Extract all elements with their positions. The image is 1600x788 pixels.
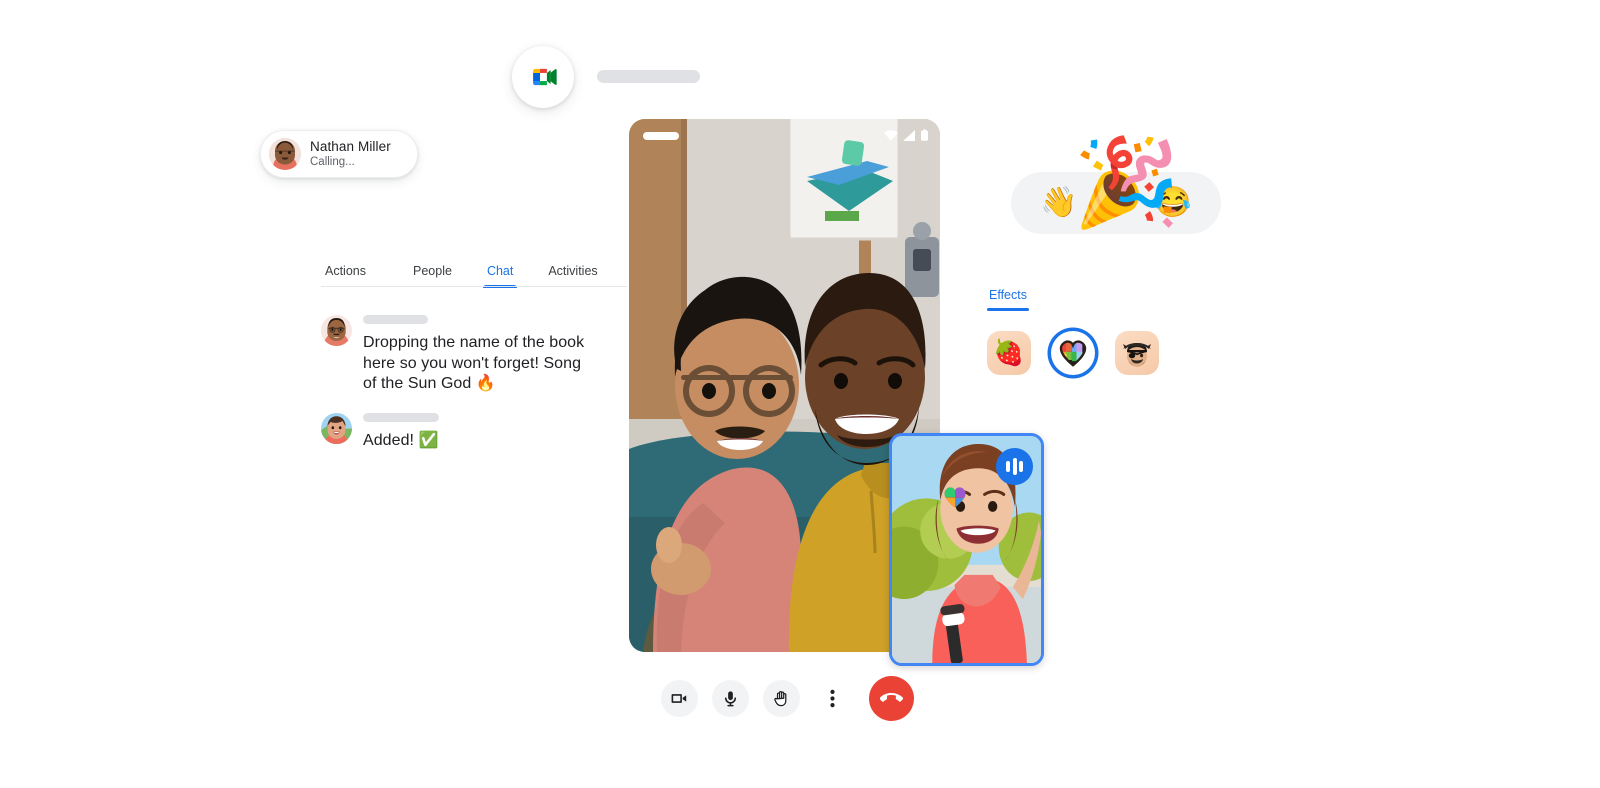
end-call-icon [880,687,903,710]
chat-message-body: Added! ✅ [363,411,439,452]
google-meet-logo-icon [526,60,560,94]
reaction-wave-emoji[interactable]: 👋 [1040,188,1077,218]
call-controls-bar [661,676,914,721]
caller-avatar [269,138,301,170]
caller-name: Nathan Miller [310,139,391,155]
caller-status: Calling... [310,155,391,170]
chat-message-text: Added! ✅ [363,431,439,452]
meeting-side-panel: Actions People Chat Activities [321,255,627,287]
avatar-photo-icon [269,138,301,170]
chat-message: Added! ✅ [321,411,611,452]
chat-message-text: Dropping the name of the book here so yo… [363,333,591,395]
effects-thumbnail-row: 🍓 [987,331,1187,375]
tab-actions[interactable]: Actions [325,264,366,287]
window-title-placeholder [597,70,700,83]
chat-message-body: Dropping the name of the book here so yo… [363,313,591,395]
camera-toggle-button[interactable] [661,680,698,717]
tab-bar-divider [321,286,627,287]
raise-hand-button[interactable] [763,680,800,717]
phone-status-bar [629,119,940,153]
rainbow-heart-icon [1059,339,1087,367]
google-meet-logo-button[interactable] [512,46,574,108]
microphone-icon [721,689,740,708]
avatar-woman-icon [321,413,352,444]
speaker-notch [643,132,679,140]
audio-wave-bar [1006,461,1010,472]
effects-panel: Effects 🍓 [987,286,1187,375]
battery-icon [921,129,928,141]
audio-wave-bar [1013,458,1017,475]
self-view-tile[interactable] [889,433,1044,666]
status-icons [884,129,928,141]
raised-hand-icon [772,689,791,708]
chat-message-avatar[interactable] [321,315,352,346]
microphone-toggle-button[interactable] [712,680,749,717]
wifi-icon [884,130,898,141]
effect-pirate[interactable] [1115,331,1159,375]
strawberry-icon: 🍓 [993,339,1024,368]
video-camera-icon [670,689,689,708]
effect-rainbow-heart[interactable] [1051,331,1095,375]
featured-party-popper-emoji[interactable]: 🎉 [1073,140,1180,226]
audio-wave-bar [1019,461,1023,472]
tab-people[interactable]: People [413,264,452,287]
incoming-caller-card[interactable]: Nathan Miller Calling... [260,130,418,178]
caller-text-block: Nathan Miller Calling... [310,139,391,170]
end-call-button[interactable] [869,676,914,721]
more-options-button[interactable] [814,680,851,717]
chat-message: Dropping the name of the book here so yo… [321,313,611,395]
tab-chat[interactable]: Chat [487,264,513,287]
avatar-man-icon [321,315,352,346]
chat-message-avatar[interactable] [321,413,352,444]
chat-message-list: Dropping the name of the book here so yo… [321,313,611,467]
signal-icon [903,130,916,141]
tab-activities[interactable]: Activities [548,264,597,287]
tab-effects[interactable]: Effects [989,288,1027,311]
meet-promo-illustration: Nathan Miller Calling... Actions People … [0,0,1600,788]
panel-tab-bar: Actions People Chat Activities [321,255,627,287]
more-vertical-icon [830,689,835,708]
speaking-indicator-badge [996,448,1033,485]
effect-strawberry[interactable]: 🍓 [987,331,1031,375]
chat-sender-name-placeholder [363,413,439,422]
chat-sender-name-placeholder [363,315,428,324]
pirate-icon [1121,337,1153,369]
